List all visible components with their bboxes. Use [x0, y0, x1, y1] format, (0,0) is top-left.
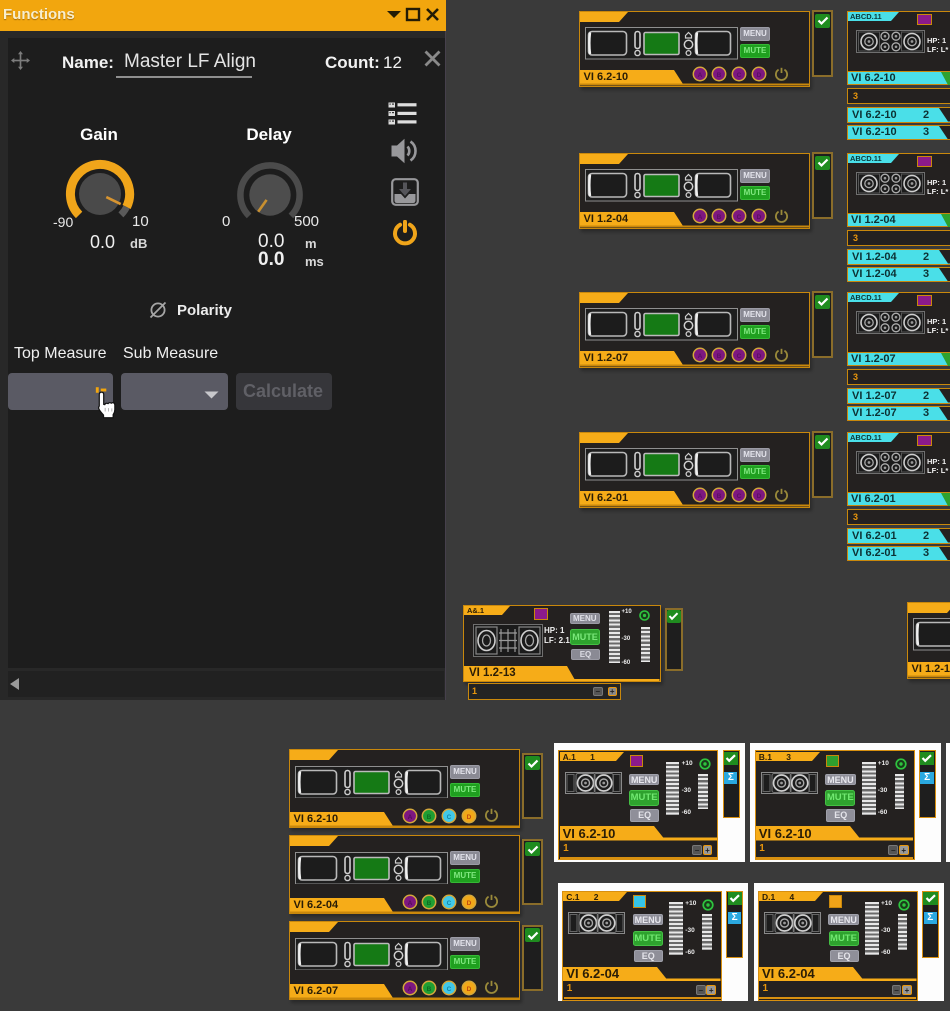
svg-text:B: B	[427, 986, 432, 993]
svg-text:D: D	[756, 72, 761, 79]
svg-text:B: B	[717, 493, 722, 500]
svg-text:A: A	[407, 814, 412, 821]
svg-text:D: D	[466, 986, 471, 993]
svg-text:D: D	[466, 814, 471, 821]
svg-text:A: A	[697, 214, 702, 221]
svg-text:C: C	[447, 986, 452, 993]
svg-text:A: A	[407, 986, 412, 993]
svg-text:A: A	[697, 353, 702, 360]
svg-text:C: C	[737, 353, 742, 360]
svg-text:B: B	[717, 214, 722, 221]
svg-text:B: B	[717, 353, 722, 360]
svg-text:C: C	[737, 72, 742, 79]
svg-text:C: C	[737, 493, 742, 500]
svg-text:C: C	[737, 214, 742, 221]
svg-text:C: C	[447, 814, 452, 821]
svg-text:B: B	[717, 72, 722, 79]
svg-text:B: B	[427, 900, 432, 907]
svg-text:D: D	[756, 214, 761, 221]
svg-text:A: A	[407, 900, 412, 907]
svg-text:D: D	[756, 493, 761, 500]
svg-text:D: D	[466, 900, 471, 907]
svg-text:A: A	[697, 493, 702, 500]
svg-text:D: D	[756, 353, 761, 360]
svg-text:C: C	[447, 900, 452, 907]
svg-text:A: A	[697, 72, 702, 79]
svg-text:B: B	[427, 814, 432, 821]
